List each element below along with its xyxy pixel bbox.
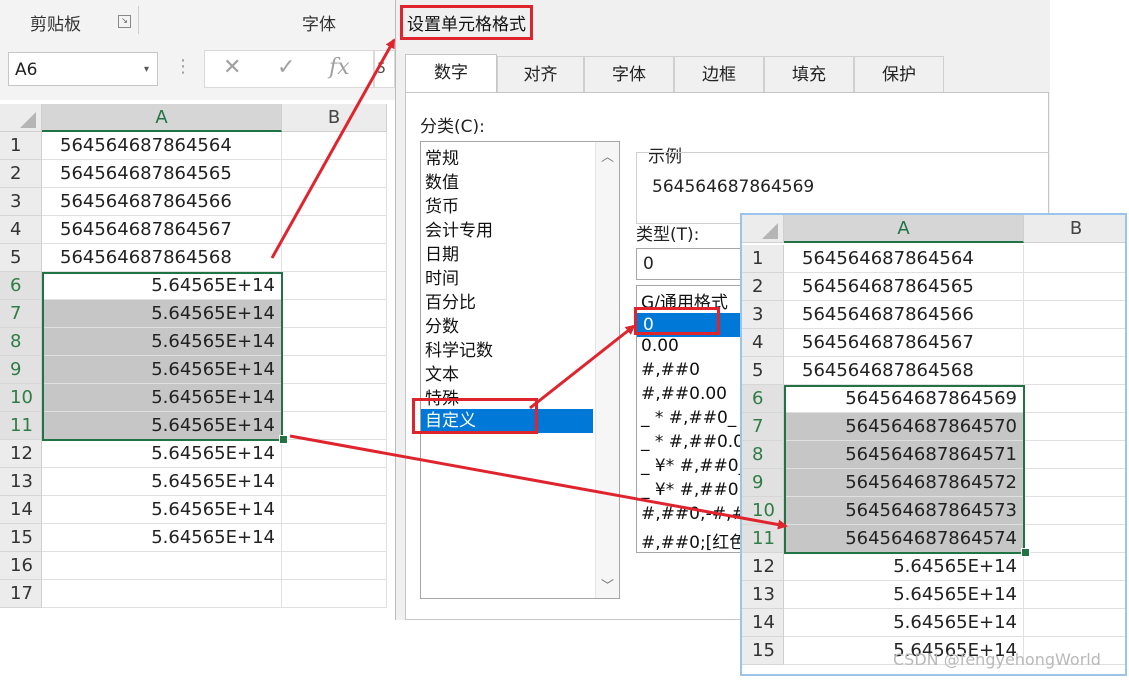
arrow-to-result (289, 434, 788, 530)
watermark: CSDN @fengyehongWorld (893, 650, 1101, 669)
annotation-arrows (270, 38, 788, 530)
arrow-to-dialog-title (270, 38, 396, 259)
arrow-to-zero-format (529, 324, 636, 410)
